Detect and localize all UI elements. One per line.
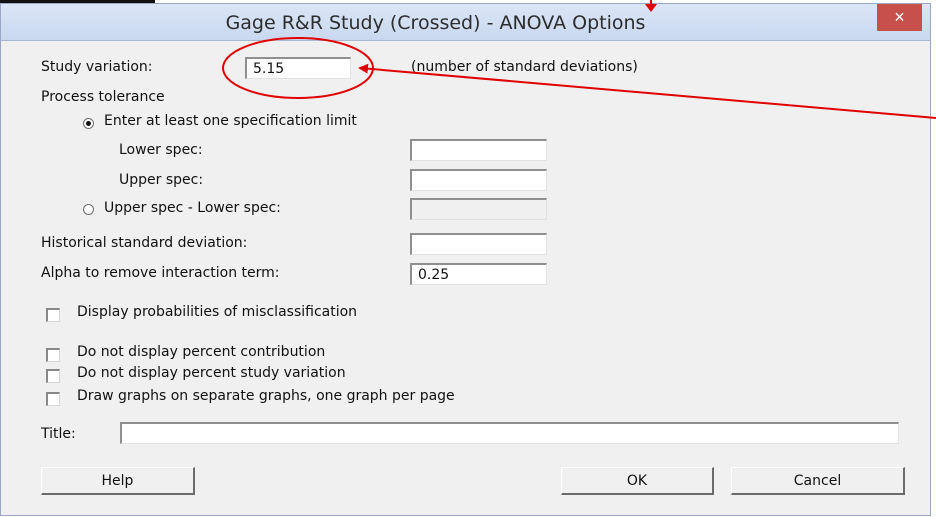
title-bar[interactable]: Gage R&R Study (Crossed) - ANOVA Options… bbox=[1, 4, 930, 41]
spec-range-input[interactable] bbox=[410, 198, 547, 220]
radio-selected-dot bbox=[86, 121, 91, 126]
no-percent-contribution-label: Do not display percent contribution bbox=[77, 344, 326, 360]
option-spec-limit-label: Enter at least one specification limit bbox=[104, 113, 357, 129]
window-title: Gage R&R Study (Crossed) - ANOVA Options bbox=[225, 12, 646, 34]
historical-std-input[interactable] bbox=[410, 233, 547, 255]
dialog-window: Gage R&R Study (Crossed) - ANOVA Options… bbox=[0, 3, 931, 516]
historical-std-label: Historical standard deviation: bbox=[41, 235, 248, 251]
cancel-button[interactable]: Cancel bbox=[731, 467, 905, 495]
help-button[interactable]: Help bbox=[41, 467, 195, 495]
upper-spec-input[interactable] bbox=[410, 169, 547, 191]
no-percent-study-variation-label: Do not display percent study variation bbox=[77, 365, 346, 381]
ok-button[interactable]: OK bbox=[561, 467, 714, 495]
separate-graphs-label: Draw graphs on separate graphs, one grap… bbox=[77, 388, 455, 404]
separate-graphs-checkbox[interactable] bbox=[46, 392, 60, 406]
lower-spec-input[interactable] bbox=[410, 139, 547, 161]
close-icon: × bbox=[894, 7, 905, 27]
alpha-input[interactable] bbox=[410, 263, 547, 285]
study-variation-input[interactable] bbox=[245, 57, 351, 79]
lower-spec-label: Lower spec: bbox=[119, 142, 203, 158]
close-button[interactable]: × bbox=[877, 4, 922, 31]
misclassification-label: Display probabilities of misclassificati… bbox=[77, 304, 358, 320]
study-variation-label: Study variation: bbox=[41, 59, 153, 75]
radio-spec-limit[interactable] bbox=[83, 118, 94, 129]
title-label: Title: bbox=[41, 426, 76, 442]
process-tolerance-label: Process tolerance bbox=[41, 89, 165, 105]
alpha-label: Alpha to remove interaction term: bbox=[41, 265, 280, 281]
option-range-label: Upper spec - Lower spec: bbox=[104, 200, 281, 216]
no-percent-study-variation-checkbox[interactable] bbox=[46, 369, 60, 383]
study-variation-note: (number of standard deviations) bbox=[411, 59, 638, 75]
upper-spec-label: Upper spec: bbox=[119, 172, 204, 188]
no-percent-contribution-checkbox[interactable] bbox=[46, 348, 60, 362]
title-input[interactable] bbox=[120, 422, 899, 444]
radio-spec-range[interactable] bbox=[83, 204, 94, 215]
misclassification-checkbox[interactable] bbox=[46, 308, 60, 322]
